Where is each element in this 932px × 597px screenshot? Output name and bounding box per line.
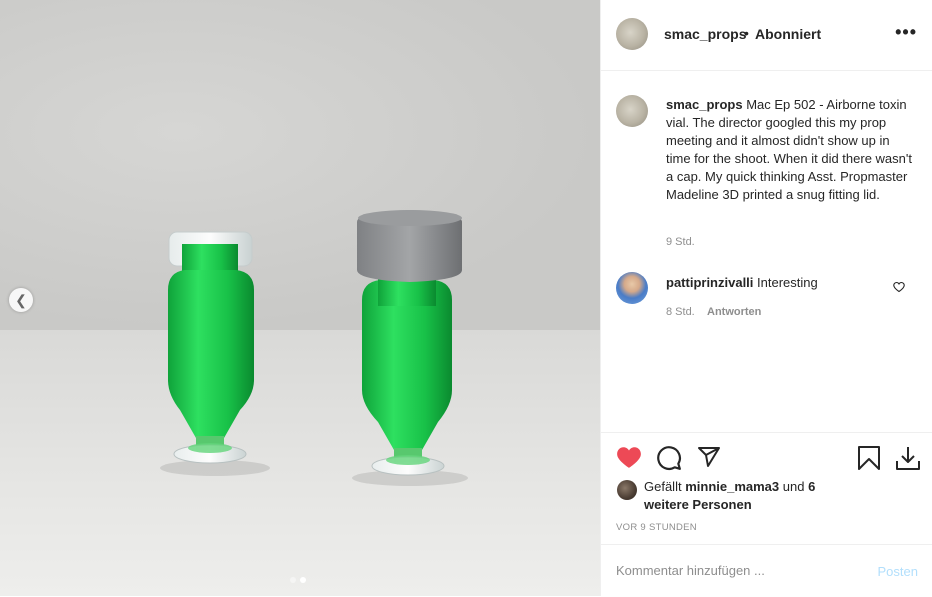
add-comment-bar: Posten: [601, 544, 932, 597]
post-timestamp[interactable]: VOR 9 STUNDEN: [616, 522, 697, 533]
comment-bubble-icon[interactable]: [656, 445, 682, 476]
post-side-panel: smac_props • Abonniert ••• smac_props Ma…: [600, 0, 932, 596]
likes-prefix: Gefällt: [644, 479, 682, 494]
caption-author-avatar[interactable]: [616, 95, 648, 127]
post-photo[interactable]: ❮: [0, 0, 600, 596]
caption-timestamp[interactable]: 9 Std.: [666, 236, 695, 248]
comments-section: smac_props Mac Ep 502 - Airborne toxin v…: [601, 71, 932, 431]
post-comment-button[interactable]: Posten: [878, 564, 918, 579]
liker-username[interactable]: minnie_mama3: [685, 479, 779, 494]
author-username[interactable]: smac_props: [664, 26, 746, 42]
comment-like-icon[interactable]: [893, 281, 905, 296]
carousel-dot: [290, 577, 296, 583]
commenter-avatar[interactable]: [616, 272, 648, 304]
share-paper-plane-icon[interactable]: [696, 445, 722, 474]
author-avatar[interactable]: [616, 18, 648, 50]
caption: smac_props Mac Ep 502 - Airborne toxin v…: [666, 96, 914, 204]
caption-text: Mac Ep 502 - Airborne toxin vial. The di…: [666, 97, 912, 202]
comment: pattiprinzivalli Interesting: [666, 274, 818, 292]
likes-summary: Gefällt minnie_mama3 und 6 weitere Perso…: [644, 478, 844, 514]
instagram-post-view: ❮ smac_props • Abonniert ••• smac_props …: [0, 0, 932, 596]
comment-text: Interesting: [757, 275, 818, 290]
comment-username[interactable]: pattiprinzivalli: [666, 275, 753, 290]
carousel-indicator: [290, 577, 306, 583]
header-separator: •: [744, 25, 749, 41]
right-vial: [357, 210, 462, 476]
download-icon[interactable]: [895, 445, 921, 476]
chevron-left-icon: ❮: [15, 291, 27, 308]
like-heart-icon[interactable]: [616, 445, 642, 474]
vials-illustration: [160, 210, 468, 486]
post-actions: Gefällt minnie_mama3 und 6 weitere Perso…: [601, 432, 932, 545]
more-options-icon[interactable]: •••: [895, 22, 917, 43]
comment-timestamp[interactable]: 8 Std.: [666, 306, 695, 318]
carousel-prev-button[interactable]: ❮: [9, 288, 33, 312]
post-header: smac_props • Abonniert •••: [601, 0, 932, 71]
carousel-dot-active: [300, 577, 306, 583]
follow-status-button[interactable]: Abonniert: [755, 26, 821, 42]
caption-username[interactable]: smac_props: [666, 97, 743, 112]
reply-button[interactable]: Antworten: [707, 306, 761, 318]
liker-avatar[interactable]: [617, 480, 637, 500]
comment-input[interactable]: [616, 563, 856, 578]
likes-connector: und: [782, 479, 805, 494]
left-vial: [168, 231, 254, 464]
bookmark-icon[interactable]: [857, 445, 881, 476]
